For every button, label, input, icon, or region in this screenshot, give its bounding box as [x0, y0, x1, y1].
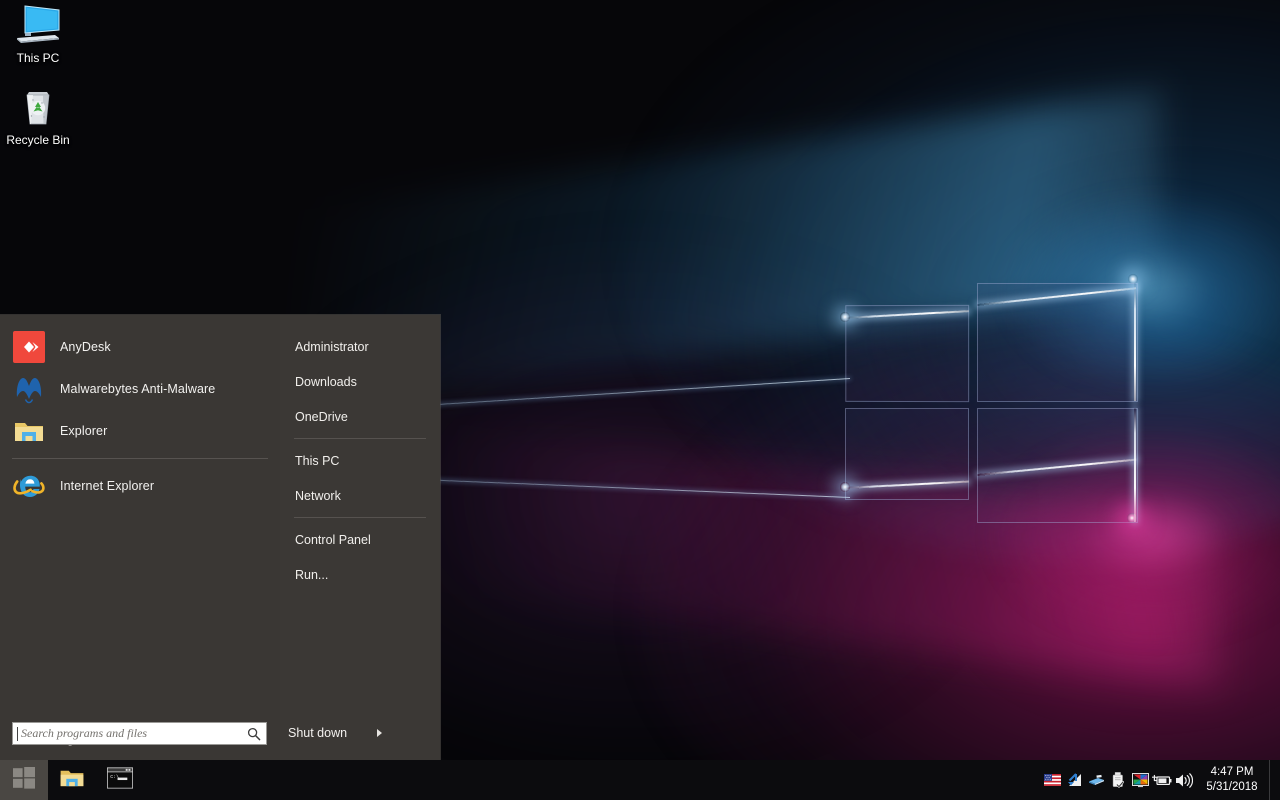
place-label: OneDrive [295, 410, 348, 424]
start-menu-right-separator-2 [294, 517, 426, 518]
computer-icon [0, 4, 76, 48]
start-menu-place-this-pc[interactable]: This PC [280, 443, 440, 478]
place-label: Network [295, 489, 341, 503]
clock-date: 5/31/2018 [1197, 780, 1267, 795]
start-button[interactable] [0, 760, 48, 800]
start-menu-item-explorer[interactable]: Explorer [0, 410, 280, 452]
recycle-bin-icon [0, 86, 76, 130]
start-menu-places-list: Administrator Downloads OneDrive This PC… [280, 315, 440, 592]
start-menu-place-network[interactable]: Network [280, 478, 440, 513]
system-tray: 4:47 PM 5/31/2018 [1041, 760, 1280, 800]
clock-time: 4:47 PM [1197, 765, 1267, 780]
chevron-right-icon[interactable] [377, 729, 382, 737]
place-label: Administrator [295, 340, 369, 354]
battery-charging-icon[interactable] [1151, 760, 1173, 800]
start-menu-places-panel: Administrator Downloads OneDrive This PC… [280, 315, 440, 760]
start-menu-item-label: Explorer [60, 424, 107, 438]
wallpaper-glow-magenta [640, 330, 1280, 800]
start-menu-place-control-panel[interactable]: Control Panel [280, 522, 440, 557]
command-prompt-icon: C:\ [107, 767, 133, 794]
malwarebytes-icon [13, 373, 45, 405]
desktop-icon-label: This PC [0, 51, 76, 65]
safely-remove-hardware-icon[interactable] [1085, 760, 1107, 800]
shut-down-label: Shut down [288, 726, 347, 740]
taskbar-button-command-prompt[interactable]: C:\ [96, 760, 144, 800]
usb-drive-icon[interactable] [1107, 760, 1129, 800]
windows-logo-icon [13, 767, 35, 794]
volume-icon[interactable] [1173, 760, 1195, 800]
folder-icon [59, 765, 85, 796]
start-menu-item-label: Internet Explorer [60, 479, 154, 493]
start-menu-item-anydesk[interactable]: AnyDesk [0, 326, 280, 368]
start-menu-right-separator-1 [294, 438, 426, 439]
start-menu-programs-panel: AnyDesk Malwarebytes Anti-Malware [0, 315, 280, 760]
place-label: Run... [295, 568, 328, 582]
place-label: This PC [295, 454, 339, 468]
desktop-icon-this-pc[interactable]: This PC [0, 4, 76, 65]
taskbar-clock[interactable]: 4:47 PM 5/31/2018 [1195, 765, 1269, 795]
search-input[interactable]: Search programs and files [12, 722, 267, 745]
start-menu-place-onedrive[interactable]: OneDrive [280, 399, 440, 434]
place-label: Downloads [295, 375, 357, 389]
search-icon [247, 727, 261, 741]
show-desktop-button[interactable] [1269, 760, 1278, 800]
internet-explorer-icon [13, 470, 45, 502]
display-adapter-icon[interactable] [1129, 760, 1151, 800]
start-menu-item-label: Malwarebytes Anti-Malware [60, 382, 215, 396]
wallpaper-glow-blue [620, 0, 1280, 560]
folder-icon [13, 415, 45, 447]
start-menu-item-label: AnyDesk [60, 340, 111, 354]
shut-down-button[interactable]: Shut down [280, 719, 440, 747]
search-placeholder: Search programs and files [18, 726, 247, 741]
wallpaper-hotspot-blue [1000, 190, 1280, 390]
start-menu-pinned-list: AnyDesk Malwarebytes Anti-Malware [0, 315, 280, 507]
desktop-screen: This PC Recycle Bin [0, 0, 1280, 800]
taskbar-button-file-explorer[interactable] [48, 760, 96, 800]
start-menu-item-internet-explorer[interactable]: Internet Explorer [0, 465, 280, 507]
wallpaper-hotspot-pink [990, 430, 1280, 640]
taskbar: C:\ [0, 760, 1280, 800]
start-menu-place-run[interactable]: Run... [280, 557, 440, 592]
start-menu-item-malwarebytes[interactable]: Malwarebytes Anti-Malware [0, 368, 280, 410]
start-menu-left-separator [12, 458, 268, 459]
desktop-icon-label: Recycle Bin [0, 133, 76, 147]
start-menu: AnyDesk Malwarebytes Anti-Malware [0, 315, 440, 760]
network-icon[interactable] [1063, 760, 1085, 800]
anydesk-icon [13, 331, 45, 363]
desktop-icon-recycle-bin[interactable]: Recycle Bin [0, 86, 76, 147]
start-menu-place-administrator[interactable]: Administrator [280, 329, 440, 364]
wallpaper-light-beam-bottom [440, 422, 1220, 688]
language-flag-icon[interactable] [1041, 760, 1063, 800]
place-label: Control Panel [295, 533, 371, 547]
start-menu-place-downloads[interactable]: Downloads [280, 364, 440, 399]
